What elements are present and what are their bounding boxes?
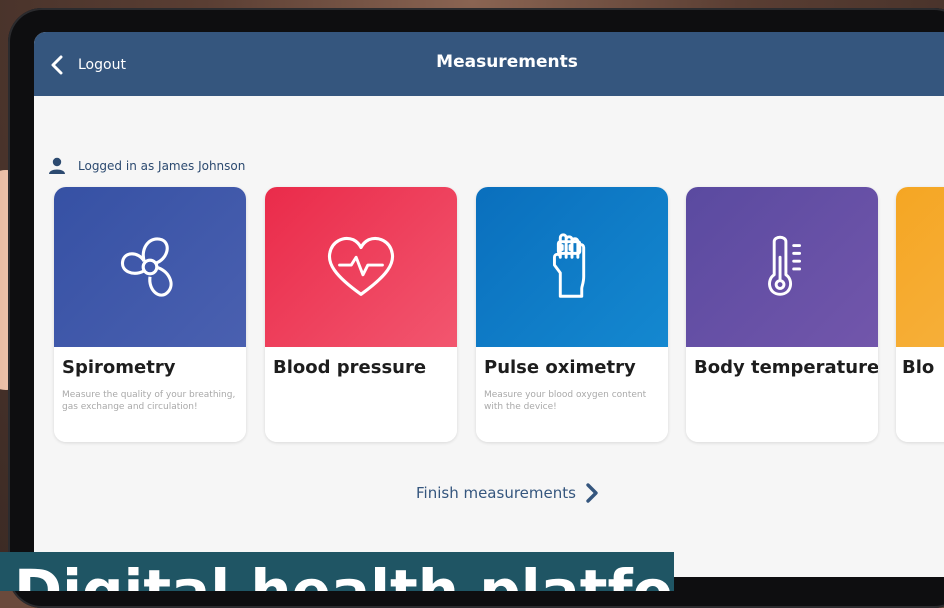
top-bar: Logout Measurements bbox=[34, 32, 944, 96]
banner-text: Digital health platform bbox=[14, 557, 674, 591]
card-body-temperature[interactable]: Body temperature bbox=[686, 187, 878, 442]
card-description: Measure the quality of your breathing, g… bbox=[62, 390, 236, 412]
card-body: Pulse oximetry Measure your blood oxygen… bbox=[476, 347, 668, 442]
card-visual bbox=[54, 187, 246, 347]
page-title: Measurements bbox=[436, 52, 578, 72]
card-body: Spirometry Measure the quality of your b… bbox=[54, 347, 246, 442]
overlay-banner: Digital health platform bbox=[0, 552, 674, 591]
finish-label: Finish measurements bbox=[416, 484, 576, 502]
card-visual bbox=[476, 187, 668, 347]
card-title: Blo bbox=[902, 357, 935, 378]
card-body: Blo bbox=[896, 347, 944, 442]
card-description: Measure your blood oxygen content with t… bbox=[484, 390, 647, 412]
heart-pulse-icon bbox=[327, 236, 395, 296]
card-title: Spirometry bbox=[62, 357, 176, 378]
card-blood-pressure[interactable]: Blood pressure bbox=[265, 187, 457, 442]
card-body: Body temperature bbox=[686, 347, 878, 442]
card-visual bbox=[896, 187, 944, 347]
thermometer-icon bbox=[768, 235, 802, 296]
chevron-right-icon bbox=[586, 483, 598, 503]
card-visual bbox=[686, 187, 878, 347]
card-title: Body temperature bbox=[694, 357, 878, 378]
measurement-cards: Spirometry Measure the quality of your b… bbox=[54, 187, 944, 442]
finish-measurements-button[interactable]: Finish measurements bbox=[416, 482, 600, 504]
logged-in-row: Logged in as James Johnson bbox=[48, 157, 245, 175]
tablet-screen: Logout Measurements Logged in as James J… bbox=[34, 32, 944, 577]
card-title: Pulse oximetry bbox=[484, 357, 636, 378]
user-icon bbox=[49, 157, 65, 174]
card-title: Blood pressure bbox=[273, 357, 427, 378]
fan-icon bbox=[121, 237, 173, 297]
logged-in-text: Logged in as James Johnson bbox=[78, 159, 246, 173]
card-spirometry[interactable]: Spirometry Measure the quality of your b… bbox=[54, 187, 246, 442]
finger-clip-icon bbox=[552, 233, 586, 298]
card-pulse-oximetry[interactable]: Pulse oximetry Measure your blood oxygen… bbox=[476, 187, 668, 442]
card-partial[interactable]: Blo bbox=[896, 187, 944, 442]
card-visual bbox=[265, 187, 457, 347]
card-body: Blood pressure bbox=[265, 347, 457, 442]
